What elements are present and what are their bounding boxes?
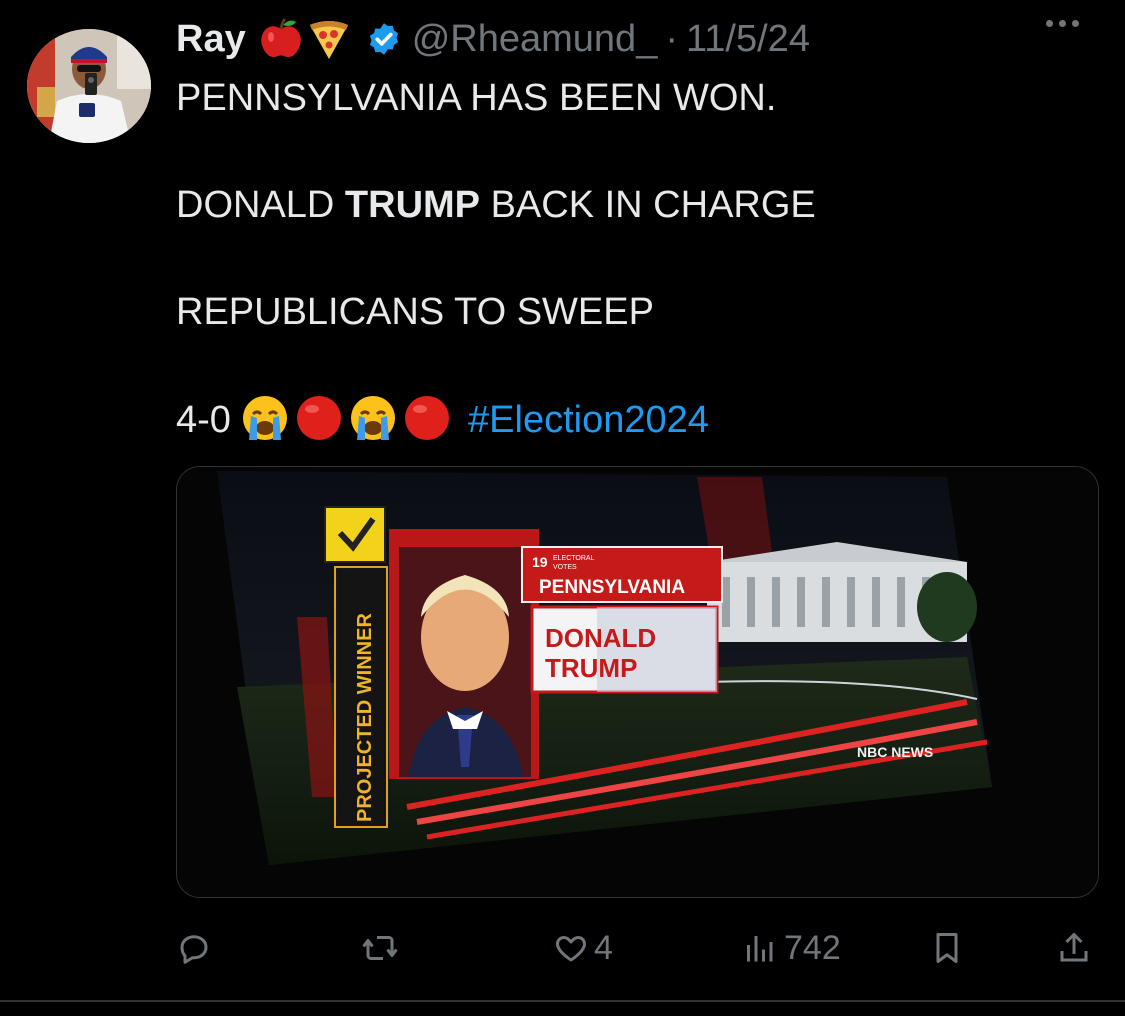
views-button[interactable]: 742 bbox=[742, 918, 841, 978]
red-circle-icon bbox=[405, 395, 450, 440]
repost-button[interactable] bbox=[360, 918, 400, 978]
candidate-first-name: DONALD bbox=[545, 623, 656, 653]
like-button[interactable]: 4 bbox=[552, 918, 613, 978]
electoral-votes: 19 bbox=[532, 554, 548, 570]
banner-text: PROJECTED WINNER bbox=[354, 613, 376, 822]
text-line-3: REPUBLICANS TO SWEEP bbox=[176, 291, 654, 334]
pizza-icon bbox=[309, 21, 348, 59]
tweet-text: PENNSYLVANIA HAS BEEN WON. DONALD TRUMP … bbox=[176, 72, 1096, 447]
tweet-action-bar: 4 742 bbox=[0, 918, 1125, 978]
network-logo-text: NBC NEWS bbox=[857, 744, 933, 760]
crying-face-icon bbox=[351, 395, 396, 440]
bookmark-icon bbox=[936, 933, 958, 963]
share-button[interactable] bbox=[1056, 918, 1092, 978]
text-line-4: 4-0 #Election2024 bbox=[176, 395, 709, 441]
like-count: 4 bbox=[594, 928, 613, 967]
electoral-label-top: ELECTORAL bbox=[553, 555, 595, 562]
share-icon bbox=[1060, 933, 1088, 962]
more-options-icon[interactable] bbox=[1046, 20, 1079, 27]
text-line-2-part-c: BACK IN CHARGE bbox=[480, 184, 816, 227]
text-line-2: DONALD TRUMP BACK IN CHARGE bbox=[176, 184, 816, 226]
reply-icon bbox=[180, 935, 208, 964]
avatar-photo bbox=[27, 29, 151, 143]
election-broadcast-photo: PROJECTED WINNER 19 ELECTORAL VOTES PENN… bbox=[177, 467, 1098, 897]
header-separator: · bbox=[665, 17, 678, 60]
hashtag-link[interactable]: #Election2024 bbox=[468, 399, 709, 441]
electoral-label-bottom: VOTES bbox=[553, 564, 577, 571]
repost-icon bbox=[362, 936, 398, 960]
tweet-header: Ray @Rheamund_ · 11/5/24 bbox=[176, 14, 810, 64]
bottom-divider bbox=[0, 1000, 1125, 1002]
text-line-2-part-a: DONALD bbox=[176, 184, 345, 227]
name-emojis bbox=[258, 17, 352, 61]
text-line-2-bold: TRUMP bbox=[344, 184, 481, 227]
apple-icon bbox=[260, 17, 301, 58]
author-name[interactable]: Ray bbox=[176, 18, 246, 61]
verified-badge-icon[interactable] bbox=[366, 21, 402, 57]
candidate-last-name: TRUMP bbox=[545, 653, 637, 683]
heart-icon bbox=[556, 936, 586, 962]
score-text: 4-0 bbox=[176, 398, 231, 441]
tweet-media[interactable]: PROJECTED WINNER 19 ELECTORAL VOTES PENN… bbox=[176, 466, 1099, 898]
crying-face-icon bbox=[243, 395, 288, 440]
author-handle[interactable]: @Rheamund_ bbox=[412, 18, 658, 61]
views-chart-icon bbox=[747, 936, 773, 962]
red-circle-icon bbox=[297, 395, 342, 440]
views-count: 742 bbox=[784, 928, 841, 967]
avatar[interactable] bbox=[27, 29, 151, 143]
reply-button[interactable] bbox=[176, 918, 212, 978]
bookmark-button[interactable] bbox=[930, 918, 964, 978]
text-line-1: PENNSYLVANIA HAS BEEN WON. bbox=[176, 77, 777, 119]
tweet-date[interactable]: 11/5/24 bbox=[686, 18, 810, 61]
state-name: PENNSYLVANIA bbox=[539, 577, 685, 598]
